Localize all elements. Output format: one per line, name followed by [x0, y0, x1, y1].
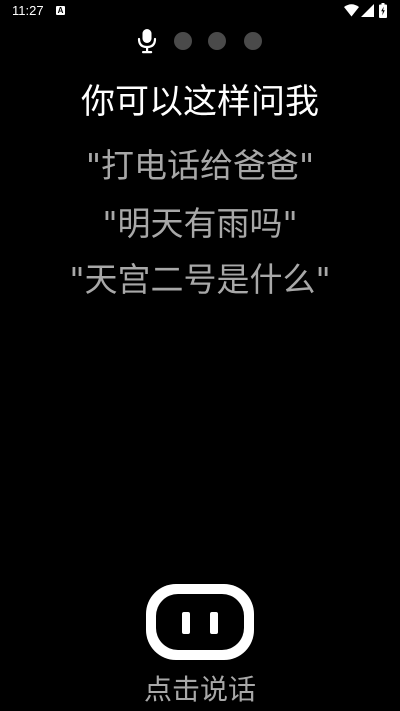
robot-right-eye: [210, 612, 218, 634]
example-query: "天宫二号是什么": [69, 260, 331, 299]
robot-left-eye: [182, 612, 190, 634]
wifi-icon: [344, 4, 359, 17]
notification-icon: A: [56, 6, 65, 15]
microphone-icon: [137, 29, 157, 54]
prompt-title: 你可以这样问我: [81, 82, 319, 122]
indicator-dot: [174, 32, 192, 50]
example-query: "打电话给爸爸": [85, 146, 315, 185]
example-query: "明天有雨吗": [102, 204, 298, 243]
notification-icon-glyph: A: [57, 6, 64, 15]
robot-face-icon: [156, 594, 244, 650]
voice-listening-indicator: [136, 28, 266, 56]
indicator-dot: [208, 32, 226, 50]
indicator-dot: [244, 32, 262, 50]
signal-icon: [361, 4, 374, 17]
speak-label[interactable]: 点击说话: [0, 670, 400, 710]
status-time: 11:27: [12, 3, 44, 18]
speak-button[interactable]: [146, 584, 254, 660]
battery-icon: [379, 3, 387, 18]
status-bar: 11:27 A: [0, 0, 400, 24]
